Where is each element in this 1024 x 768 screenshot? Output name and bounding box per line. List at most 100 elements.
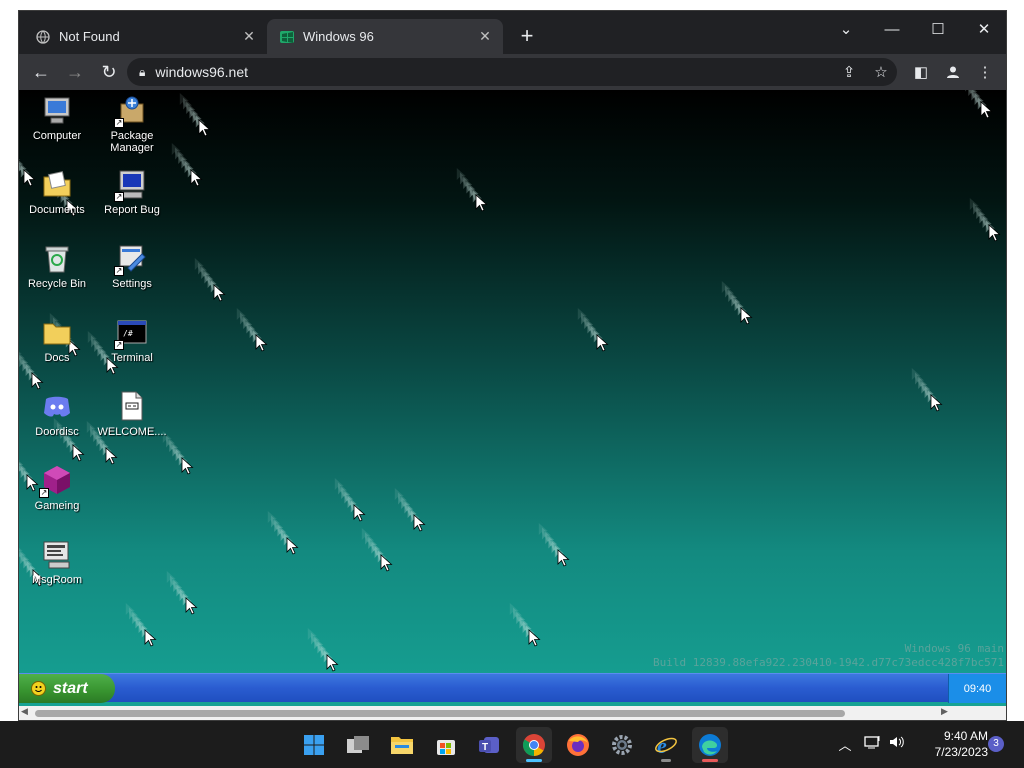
desktop-icon-welcome[interactable]: WELCOME.... xyxy=(96,390,168,438)
desktop-icon-msgroom[interactable]: MsgRoom xyxy=(21,538,93,586)
shortcut-arrow-icon: ↗ xyxy=(114,118,124,128)
settings-icon[interactable] xyxy=(604,727,640,763)
icon-label: MsgRoom xyxy=(31,574,83,586)
falling-cursor xyxy=(334,478,366,522)
start-icon[interactable] xyxy=(296,727,332,763)
tab-strip: Not Found ✕ Windows 96 ✕ + ⌄ — ☐ ✕ xyxy=(19,11,1006,54)
windows96-icon xyxy=(279,29,295,45)
tab-windows-96[interactable]: Windows 96 ✕ xyxy=(267,19,503,54)
menu-icon[interactable]: ⋮ xyxy=(973,60,997,84)
browser-toolbar: ← → ↻ 🔒︎ windows96.net ⇪ ☆ ◧ ⋮ xyxy=(19,54,1006,90)
icon-label: Report Bug xyxy=(104,204,160,216)
icon-label: Docs xyxy=(44,352,70,364)
desktop-icon-documents[interactable]: Documents xyxy=(21,168,93,216)
icon-label: Computer xyxy=(32,130,82,142)
background-edge xyxy=(0,0,18,721)
tab-title: Windows 96 xyxy=(303,29,374,44)
minimize-button[interactable]: — xyxy=(869,15,915,43)
shortcut-arrow-icon: ↗ xyxy=(114,266,124,276)
icon-label: Settings xyxy=(112,278,152,290)
maximize-button[interactable]: ☐ xyxy=(915,15,961,43)
profile-icon[interactable] xyxy=(941,60,965,84)
icon-label: Doordisc xyxy=(35,426,79,438)
browser-window: Not Found ✕ Windows 96 ✕ + ⌄ — ☐ ✕ ← → ↻… xyxy=(18,10,1007,721)
back-icon[interactable]: ← xyxy=(25,56,57,88)
falling-cursor xyxy=(965,90,993,119)
store-icon[interactable] xyxy=(428,727,464,763)
win96-clock: 09:40 xyxy=(948,674,1006,703)
package-manager-icon: ↗ xyxy=(114,94,148,128)
documents-icon xyxy=(41,168,73,200)
icon-label: Documents xyxy=(29,204,85,216)
smiley-icon xyxy=(31,681,46,696)
tab-not-found[interactable]: Not Found ✕ xyxy=(23,19,267,54)
icon-label: Package Manager xyxy=(110,130,154,154)
close-tab-icon[interactable]: ✕ xyxy=(475,27,495,47)
desktop-icon-package-manager[interactable]: ↗ Package Manager xyxy=(96,94,168,154)
shortcut-arrow-icon: ↗ xyxy=(114,192,124,202)
tab-search-icon[interactable]: ⌄ xyxy=(823,15,869,43)
firefox-icon[interactable] xyxy=(560,727,596,763)
falling-cursor xyxy=(509,603,541,647)
reload-icon[interactable]: ↻ xyxy=(93,56,125,88)
win96-desktop[interactable]: Computer Documents Recycle Bin Docs Door… xyxy=(19,90,1006,706)
close-window-button[interactable]: ✕ xyxy=(961,15,1007,43)
teams-icon[interactable]: T xyxy=(472,727,508,763)
svg-text:/#: /# xyxy=(123,329,133,338)
notification-badge[interactable]: 3 xyxy=(988,736,1004,752)
active-indicator xyxy=(702,759,718,762)
clock-date: 7/23/2023 xyxy=(934,745,988,759)
scroll-left-icon[interactable]: ◀ xyxy=(21,706,28,717)
chrome-icon[interactable] xyxy=(516,727,552,763)
falling-cursor xyxy=(538,523,570,567)
falling-cursor xyxy=(721,281,753,325)
desktop-icon-docs[interactable]: Docs xyxy=(21,316,93,364)
shortcut-arrow-icon: ↗ xyxy=(39,488,49,498)
desktop-icon-doordisc[interactable]: Doordisc xyxy=(21,390,93,438)
falling-cursor xyxy=(194,258,226,302)
internet-explorer-icon[interactable]: e xyxy=(648,727,684,763)
settings-icon: ↗ xyxy=(114,242,148,276)
running-indicator xyxy=(661,759,671,762)
clock-time: 9:40 AM xyxy=(943,729,988,743)
start-button[interactable]: start xyxy=(19,674,115,703)
desktop-icon-terminal[interactable]: /# ↗ Terminal xyxy=(96,316,168,364)
icon-label: Recycle Bin xyxy=(27,278,87,290)
scroll-right-icon[interactable]: ▶ xyxy=(941,706,948,717)
task-view-icon[interactable] xyxy=(340,727,376,763)
side-panel-icon[interactable]: ◧ xyxy=(909,60,933,84)
falling-cursor xyxy=(267,511,299,555)
lock-icon: 🔒︎ xyxy=(139,64,146,79)
computer-icon xyxy=(41,94,73,126)
desktop-icon-recycle-bin[interactable]: Recycle Bin xyxy=(21,242,93,290)
desktop-icon-gameing[interactable]: ↗ Gameing xyxy=(21,464,93,512)
tab-title: Not Found xyxy=(59,29,120,44)
falling-cursor xyxy=(394,488,426,532)
new-tab-button[interactable]: + xyxy=(515,25,539,49)
desktop-icon-settings[interactable]: ↗ Settings xyxy=(96,242,168,290)
falling-cursor xyxy=(307,628,339,672)
file-explorer-icon[interactable] xyxy=(384,727,420,763)
build-line-2: Build 12839.88efa922.230410-1942.d77c73e… xyxy=(653,656,1004,669)
chevron-up-icon[interactable]: ︿ xyxy=(834,735,856,754)
active-indicator xyxy=(526,759,542,762)
volume-icon[interactable] xyxy=(888,734,910,755)
falling-cursor xyxy=(236,308,268,352)
forward-icon[interactable]: → xyxy=(59,56,91,88)
svg-text:T: T xyxy=(482,742,488,753)
bookmark-star-icon[interactable]: ☆ xyxy=(869,60,893,84)
edge-icon[interactable] xyxy=(692,727,728,763)
desktop-icon-report-bug[interactable]: ↗ Report Bug xyxy=(96,168,168,216)
share-icon[interactable]: ⇪ xyxy=(837,60,861,84)
address-bar[interactable]: 🔒︎ windows96.net xyxy=(127,58,897,86)
system-clock[interactable]: 9:40 AM 7/23/2023 xyxy=(922,728,988,760)
close-tab-icon[interactable]: ✕ xyxy=(239,27,259,47)
network-icon[interactable] xyxy=(864,734,888,755)
falling-cursor xyxy=(179,93,211,137)
terminal-icon: /# ↗ xyxy=(114,316,148,350)
desktop-icon-computer[interactable]: Computer xyxy=(21,94,93,142)
horizontal-scrollbar[interactable]: ◀ ▶ xyxy=(19,706,1006,720)
build-line-1: Windows 96 main xyxy=(904,642,1004,655)
build-info: Windows 96 main Build 12839.88efa922.230… xyxy=(653,642,1004,670)
scrollbar-thumb[interactable] xyxy=(35,710,845,717)
